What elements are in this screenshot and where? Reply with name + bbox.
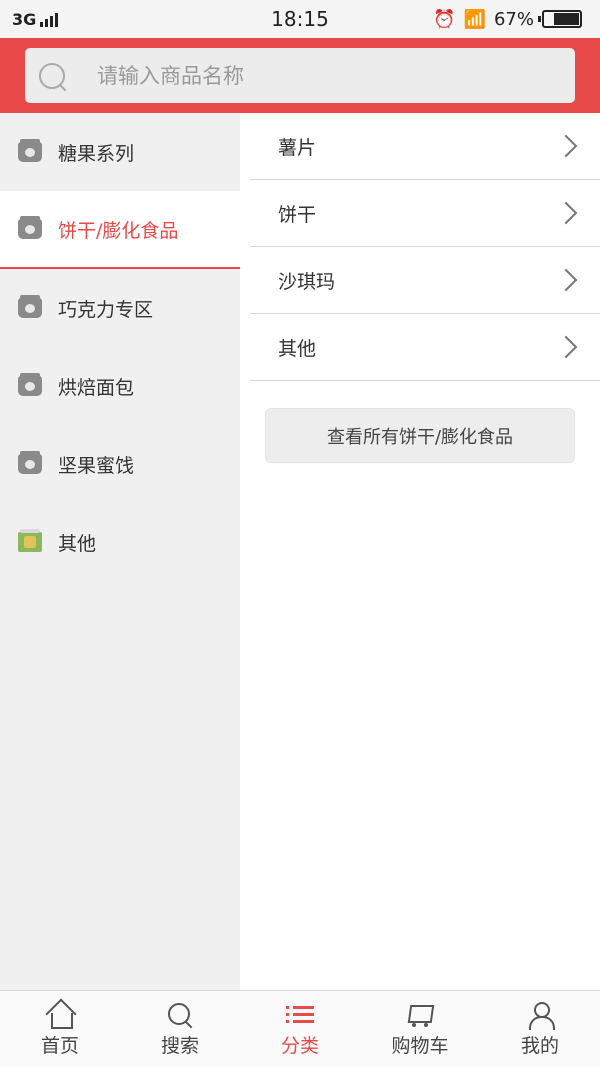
subcategory-item-biscuits[interactable]: 饼干 [250, 180, 600, 247]
nav-search[interactable]: 搜索 [120, 991, 240, 1067]
home-icon [46, 1001, 74, 1029]
sidebar-item-label: 饼干/膨化食品 [58, 219, 179, 242]
search-header [0, 38, 600, 113]
nav-category[interactable]: 分类 [240, 991, 360, 1067]
category-sidebar: 糖果系列 饼干/膨化食品 巧克力专区 烘焙面包 坚果蜜饯 其他 [0, 113, 240, 990]
battery-icon [538, 10, 582, 28]
network-type: 3G [12, 9, 37, 29]
battery-percent: 67% [493, 8, 534, 30]
status-icons: ⏰ 📶 67% [433, 9, 582, 30]
chevron-right-icon [554, 268, 578, 292]
search-icon [166, 1001, 194, 1029]
search-bar[interactable] [25, 48, 575, 103]
search-icon [37, 61, 67, 91]
wifi-icon: 📶 [463, 8, 486, 30]
nav-label: 分类 [280, 1034, 319, 1057]
nav-label: 购物车 [391, 1034, 449, 1057]
sidebar-item-label: 烘焙面包 [58, 376, 135, 399]
subcategory-item-other[interactable]: 其他 [250, 314, 600, 381]
view-all-button[interactable]: 查看所有饼干/膨化食品 [265, 408, 575, 463]
status-bar: 3G 18:15 ⏰ 📶 67% [0, 0, 600, 38]
category-icon [18, 139, 42, 162]
product-photo-icon [18, 529, 42, 552]
category-icon [18, 295, 42, 318]
sidebar-item-nuts[interactable]: 坚果蜜饯 [0, 425, 240, 503]
subcategory-label: 薯片 [278, 136, 317, 159]
nav-profile[interactable]: 我的 [480, 991, 600, 1067]
category-icon [18, 373, 42, 396]
sidebar-item-label: 其他 [58, 532, 97, 555]
sidebar-item-label: 坚果蜜饯 [58, 454, 135, 477]
category-icon [18, 216, 42, 239]
chevron-right-icon [554, 134, 578, 158]
category-icon [18, 451, 42, 474]
network-indicator: 3G [12, 9, 59, 29]
subcategory-label: 饼干 [278, 203, 317, 226]
sidebar-item-other[interactable]: 其他 [0, 503, 240, 581]
nav-label: 首页 [40, 1034, 79, 1057]
nav-cart[interactable]: 购物车 [360, 991, 480, 1067]
chevron-right-icon [554, 335, 578, 359]
nav-home[interactable]: 首页 [0, 991, 120, 1067]
sidebar-item-chocolate[interactable]: 巧克力专区 [0, 269, 240, 347]
subcategory-item-chips[interactable]: 薯片 [250, 113, 600, 180]
sidebar-item-biscuits[interactable]: 饼干/膨化食品 [0, 191, 240, 269]
sidebar-item-label: 巧克力专区 [58, 298, 154, 321]
sidebar-item-label: 糖果系列 [58, 142, 135, 165]
alarm-icon: ⏰ [433, 8, 456, 30]
sidebar-item-candy[interactable]: 糖果系列 [0, 113, 240, 191]
sidebar-item-bakery[interactable]: 烘焙面包 [0, 347, 240, 425]
chevron-right-icon [554, 201, 578, 225]
subcategory-label: 其他 [278, 337, 317, 360]
bottom-nav: 首页 搜索 分类 购物车 我的 [0, 990, 600, 1067]
cart-icon [406, 1001, 434, 1029]
subcategory-item-shaqima[interactable]: 沙琪玛 [250, 247, 600, 314]
user-icon [526, 1001, 555, 1030]
signal-icon [40, 11, 59, 27]
list-icon [286, 1001, 314, 1029]
nav-label: 我的 [520, 1034, 559, 1057]
nav-label: 搜索 [160, 1034, 199, 1057]
subcategory-label: 沙琪玛 [278, 270, 336, 293]
subcategory-list: 薯片 饼干 沙琪玛 其他 [250, 113, 600, 381]
search-input[interactable] [97, 63, 537, 88]
